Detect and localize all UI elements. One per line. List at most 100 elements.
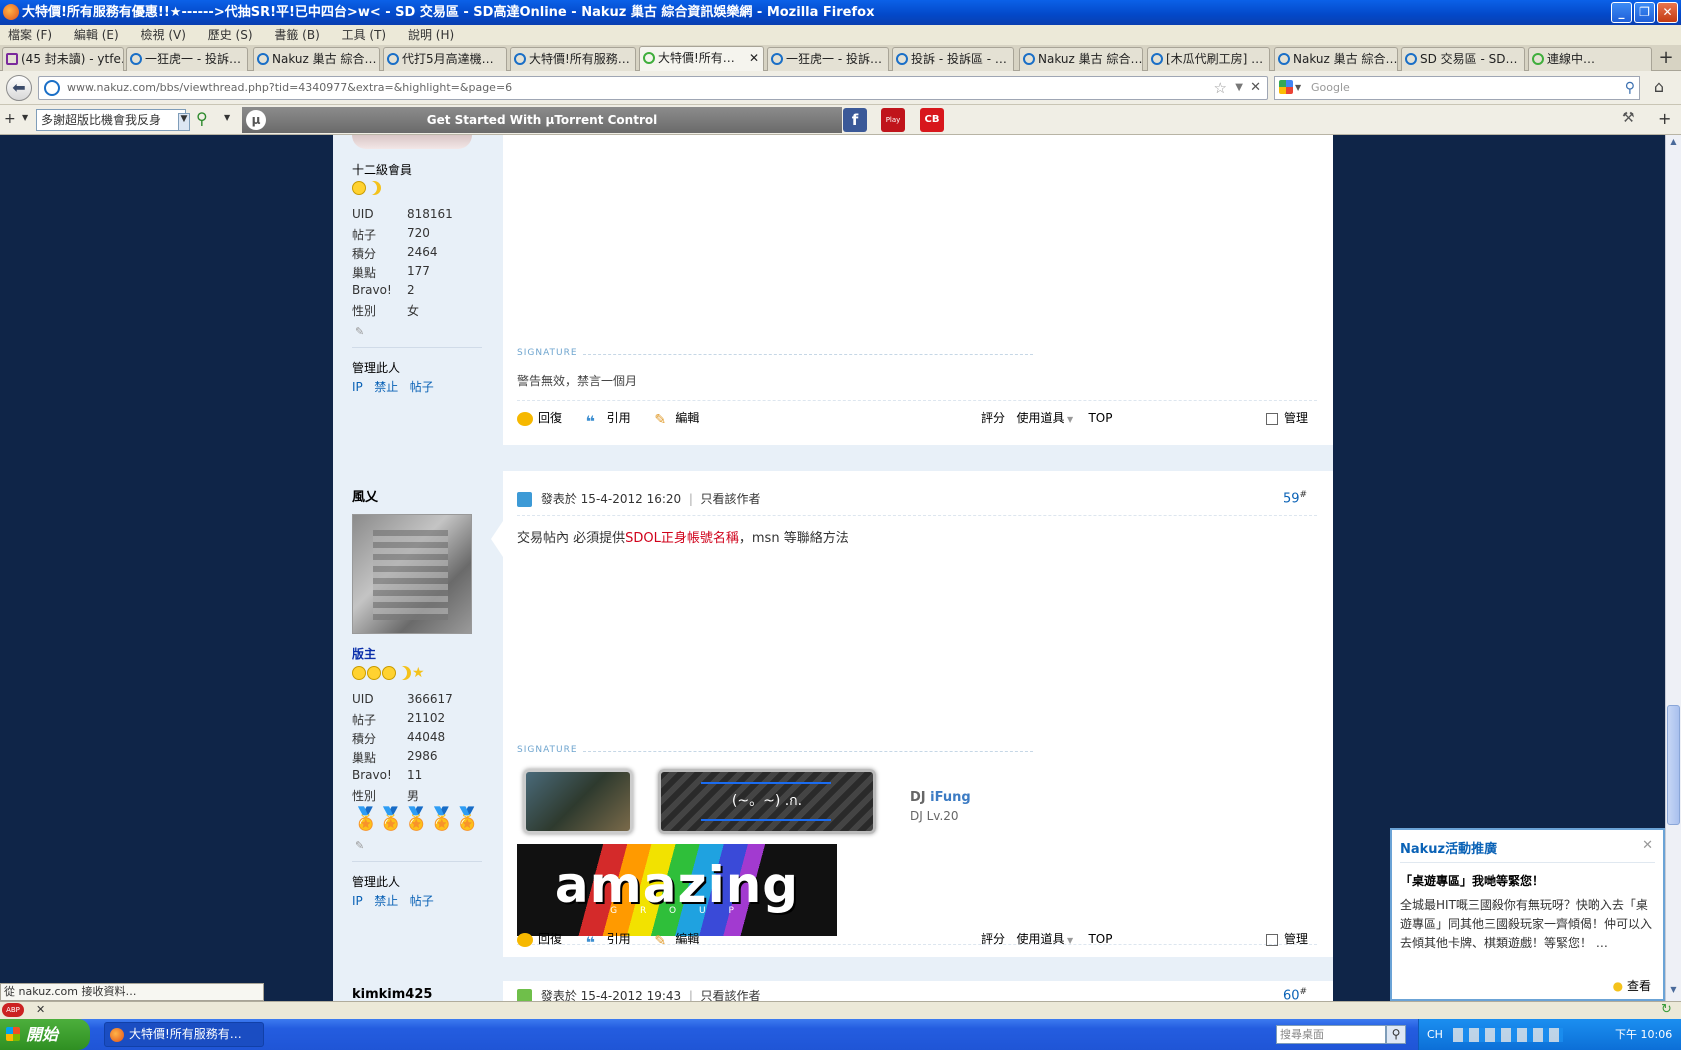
quote-button[interactable]: 引用 [607, 932, 631, 946]
only-author-link[interactable]: 只看該作者 [701, 989, 761, 1001]
cb-icon[interactable]: CB [920, 108, 944, 132]
chevron-down-icon[interactable]: ▼ [22, 113, 28, 122]
browser-tab[interactable]: 大特價!所有服務… [510, 47, 636, 71]
minimize-button[interactable]: _ [1611, 2, 1632, 23]
menu-tools[interactable]: 工具 (T) [342, 28, 387, 42]
edit-button[interactable]: 編輯 [675, 932, 699, 946]
chevron-down-icon[interactable]: ▼ [1295, 77, 1301, 99]
menu-bookmarks[interactable]: 書籤 (B) [274, 28, 319, 42]
username[interactable]: 風乂 [352, 486, 378, 505]
browser-tab[interactable]: 一狂虎一 - 投訴… [126, 47, 248, 71]
history-dropdown-icon[interactable]: ▼ [1235, 77, 1243, 99]
user-card-icon [517, 492, 532, 507]
site-identity-icon[interactable] [44, 80, 60, 96]
search-icon[interactable]: ⚲ [1625, 77, 1635, 99]
utorrent-banner[interactable]: µ Get Started With µTorrent Control [242, 107, 842, 133]
signature-image[interactable] [523, 769, 633, 834]
reply-button[interactable]: 回復 [538, 411, 562, 425]
wrench-icon[interactable]: ⚒ [1622, 110, 1635, 126]
home-icon[interactable]: ⌂ [1648, 77, 1670, 99]
url-bar[interactable]: www.nakuz.com/bbs/viewthread.php?tid=434… [38, 76, 1268, 100]
ip-link[interactable]: IP [352, 894, 363, 908]
use-item-link[interactable]: 使用道具 [1016, 932, 1064, 946]
start-button[interactable]: 開始 [0, 1019, 90, 1050]
scrollbar-thumb[interactable] [1667, 705, 1680, 825]
signature-banner[interactable]: (~。~) .ก. [658, 769, 876, 834]
bookmark-star-icon[interactable]: ☆ [1214, 77, 1227, 99]
browser-tab-active[interactable]: 大特價!所有… ✕ [639, 46, 764, 72]
rate-link[interactable]: 評分 [981, 411, 1005, 425]
rate-link[interactable]: 評分 [981, 932, 1005, 946]
only-author-link[interactable]: 只看該作者 [701, 492, 761, 506]
close-icon[interactable]: ✕ [1642, 838, 1653, 853]
post-message: 交易帖內 必須提供SDOL正身帳號名稱，msn 等聯絡方法 [517, 531, 849, 546]
browser-tab[interactable]: [木瓜代刷工房] … [1147, 47, 1270, 71]
ip-link[interactable]: IP [352, 380, 363, 394]
browser-tab[interactable]: (45 封未讀) - ytfe… [2, 47, 124, 71]
browser-tab[interactable]: 代打5月高達機… [383, 47, 507, 71]
posts-link[interactable]: 帖子 [410, 894, 434, 908]
clock[interactable]: 下午 10:06 [1615, 1019, 1672, 1050]
taskbar-item-firefox[interactable]: 大特價!所有服務有… [104, 1022, 264, 1047]
back-button[interactable]: ⬅ [6, 75, 32, 101]
quote-button[interactable]: 引用 [607, 411, 631, 425]
search-field[interactable]: ▼ Google ⚲ [1274, 76, 1640, 100]
ime-indicator[interactable]: CH [1427, 1019, 1443, 1050]
close-window-button[interactable]: ✕ [1657, 2, 1678, 23]
menu-history[interactable]: 歷史 (S) [208, 28, 253, 42]
posts-link[interactable]: 帖子 [410, 380, 434, 394]
search-icon[interactable]: ⚲ [196, 109, 208, 128]
search-icon[interactable]: ⚲ [1386, 1025, 1406, 1044]
browser-tab[interactable]: SD 交易區 - SD… [1401, 47, 1525, 71]
browser-tab[interactable]: Nakuz 巢古 綜合… [1274, 47, 1398, 71]
stop-icon[interactable]: ✕ [1250, 77, 1261, 99]
amazing-banner[interactable]: amazing G R O U P [517, 844, 837, 936]
tray-icons[interactable] [1453, 1028, 1563, 1042]
scroll-down-icon[interactable]: ▼ [1667, 985, 1680, 998]
avatar[interactable] [352, 135, 472, 149]
popup-headline[interactable]: 「桌遊專區」我哋等緊您！ [1400, 872, 1544, 889]
edit-button[interactable]: 編輯 [675, 411, 699, 425]
close-tab-icon[interactable]: ✕ [749, 47, 759, 69]
new-tab-button[interactable]: + [1656, 48, 1676, 68]
post-number[interactable]: 59# [1283, 490, 1307, 506]
add-icon[interactable]: + [4, 111, 16, 127]
menu-edit[interactable]: 編輯 (E) [74, 28, 119, 42]
scroll-up-icon[interactable]: ▲ [1667, 137, 1680, 150]
top-link[interactable]: TOP [1088, 411, 1112, 425]
message-icon[interactable]: ✎ [355, 839, 364, 852]
refresh-icon[interactable]: ↻ [1661, 1002, 1672, 1017]
close-icon[interactable]: ✕ [36, 1003, 45, 1016]
manage-checkbox[interactable] [1266, 933, 1278, 946]
vertical-scrollbar[interactable]: ▲ ▼ [1665, 135, 1681, 1001]
chevron-down-icon[interactable]: ▼ [224, 113, 230, 122]
stat-value: 2986 [407, 749, 438, 763]
username[interactable]: kimkim425 [352, 987, 432, 1001]
message-icon[interactable]: ✎ [355, 325, 364, 338]
menu-help[interactable]: 說明 (H) [408, 28, 454, 42]
maximize-button[interactable]: ❐ [1634, 2, 1655, 23]
dropdown-arrow-icon[interactable]: ▼ [178, 113, 190, 131]
view-link[interactable]: ● 查看 [1613, 977, 1651, 994]
menu-view[interactable]: 檢視 (V) [141, 28, 186, 42]
adblock-icon[interactable]: ABP [2, 1003, 24, 1017]
browser-tab[interactable]: Nakuz 巢古 綜合… [253, 47, 380, 71]
menu-file[interactable]: 檔案 (F) [8, 28, 52, 42]
browser-tab[interactable]: 連線中… [1528, 47, 1652, 71]
browser-tab[interactable]: 一狂虎一 - 投訴… [767, 47, 889, 71]
ban-link[interactable]: 禁止 [374, 380, 398, 394]
toolbar-dropdown[interactable]: 多謝超版比機會我反身 [36, 109, 186, 131]
avatar[interactable] [352, 514, 472, 634]
playvids-icon[interactable]: Play [881, 108, 905, 132]
desktop-search-input[interactable]: 搜尋桌面 [1276, 1025, 1386, 1044]
browser-tab[interactable]: 投訴 - 投訴區 - … [892, 47, 1014, 71]
add-toolbar-icon[interactable]: + [1658, 109, 1671, 128]
ban-link[interactable]: 禁止 [374, 894, 398, 908]
top-link[interactable]: TOP [1088, 932, 1112, 946]
browser-tab[interactable]: Nakuz 巢古 綜合… [1019, 47, 1143, 71]
post-number[interactable]: 60# [1283, 987, 1307, 1001]
reply-button[interactable]: 回復 [538, 932, 562, 946]
use-item-link[interactable]: 使用道具 [1016, 411, 1064, 425]
facebook-icon[interactable]: f [843, 108, 867, 132]
manage-checkbox[interactable] [1266, 412, 1278, 425]
